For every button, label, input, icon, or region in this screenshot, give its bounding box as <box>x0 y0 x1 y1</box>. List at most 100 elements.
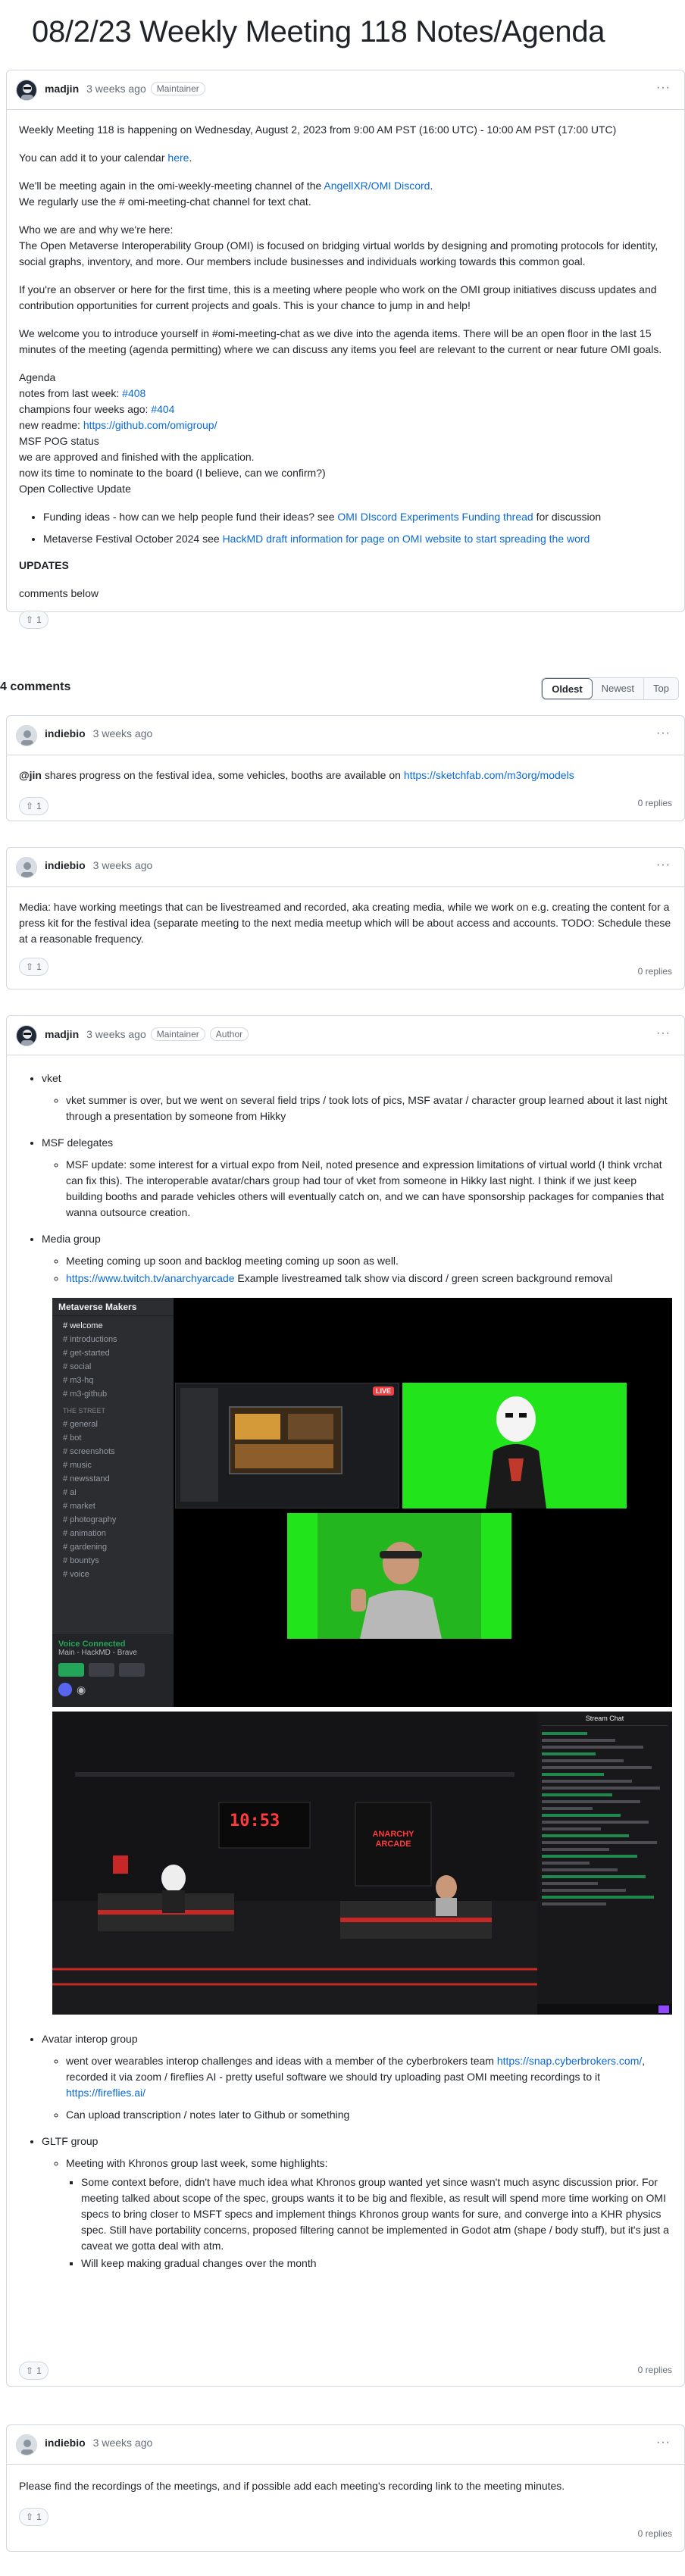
reaction-button[interactable]: ⇧ 1 <box>19 2508 48 2526</box>
server-name[interactable]: Metaverse Makers <box>52 1298 174 1316</box>
updates-heading: UPDATES <box>19 559 69 571</box>
kebab-icon[interactable]: ··· <box>656 2436 671 2449</box>
hash-icon: # <box>63 1502 70 1511</box>
observer-text: If you're an observer or here for the fi… <box>19 283 657 311</box>
comment-author[interactable]: madjin <box>45 1028 79 1040</box>
stage-clock: 10:53 <box>230 1812 280 1830</box>
sort-newest[interactable]: Newest <box>592 678 645 699</box>
discord-link[interactable]: AngellXR/OMI Discord <box>324 180 430 192</box>
mic-icon[interactable]: ◉ <box>77 1683 86 1696</box>
comment-text: Media: have working meetings that can be… <box>19 901 671 945</box>
discord-channel[interactable]: # gardening <box>52 1540 174 1554</box>
mention-link[interactable]: @jin <box>19 769 42 781</box>
replies-count[interactable]: 0 replies <box>638 2528 672 2539</box>
green-screen-tile-host[interactable] <box>287 1513 511 1639</box>
screen-share-tile[interactable]: LIVE <box>175 1383 399 1508</box>
comment-author[interactable]: indiebio <box>45 859 86 871</box>
comment-time[interactable]: 3 weeks ago <box>93 727 153 739</box>
discord-channel[interactable]: # get-started <box>52 1346 174 1360</box>
chat-line <box>542 1800 640 1803</box>
kebab-icon[interactable]: ··· <box>656 81 671 95</box>
avatar[interactable] <box>16 1025 37 1046</box>
cyberbrokers-link[interactable]: https://snap.cyberbrokers.com/ <box>497 2055 642 2067</box>
post-author[interactable]: madjin <box>45 83 79 95</box>
discord-channel[interactable]: # introductions <box>52 1333 174 1346</box>
stream-screenshot-stage: 10:53 ANARCHY ARCADE Stream Chat <box>52 1712 672 2015</box>
discord-channel[interactable]: # newsstand <box>52 1472 174 1486</box>
champ-link[interactable]: #404 <box>151 403 174 415</box>
avatar[interactable] <box>16 80 37 101</box>
fireflies-link[interactable]: https://fireflies.ai/ <box>66 2087 145 2099</box>
user-avatar[interactable] <box>58 1683 72 1696</box>
reaction-button[interactable]: ⇧ 1 <box>19 611 48 629</box>
comment-time[interactable]: 3 weeks ago <box>86 1028 146 1040</box>
discord-channel[interactable]: # bountys <box>52 1554 174 1568</box>
chat-line <box>542 1766 652 1769</box>
post-time[interactable]: 3 weeks ago <box>86 83 146 95</box>
notes-link[interactable]: #408 <box>122 387 145 399</box>
channel-label: music <box>70 1461 92 1470</box>
screen-share-button[interactable] <box>89 1663 114 1677</box>
comment-author[interactable]: indiebio <box>45 2437 86 2449</box>
discord-channel[interactable]: # bot <box>52 1431 174 1445</box>
festival-prefix: Metaverse Festival October 2024 see <box>43 533 223 545</box>
discord-channel[interactable]: # animation <box>52 1527 174 1540</box>
hash-icon: # <box>63 1433 70 1443</box>
comment-header: indiebio 3 weeks ago ··· <box>7 2425 684 2465</box>
discord-channel[interactable]: # m3-hq <box>52 1374 174 1387</box>
comment-time[interactable]: 3 weeks ago <box>93 2437 153 2449</box>
discord-channel[interactable]: # photography <box>52 1513 174 1527</box>
readme-link[interactable]: https://github.com/omigroup/ <box>83 419 217 431</box>
funding-prefix: Funding ideas - how can we help people f… <box>43 511 338 523</box>
channel-label: ai <box>70 1488 77 1497</box>
chat-line <box>542 1807 593 1810</box>
video-button[interactable] <box>58 1663 84 1677</box>
comment-author[interactable]: indiebio <box>45 727 86 739</box>
maintainer-badge: Maintainer <box>150 82 205 95</box>
discord-channel[interactable]: # welcome <box>52 1319 174 1333</box>
chat-line <box>542 1862 590 1865</box>
discord-channel[interactable]: # market <box>52 1499 174 1513</box>
comment-card: indiebio 3 weeks ago ··· Please find the … <box>6 2424 685 2552</box>
calendar-suffix: . <box>189 152 192 164</box>
calendar-link[interactable]: here <box>167 152 189 164</box>
activity-button[interactable] <box>119 1663 145 1677</box>
discord-channel[interactable]: # social <box>52 1360 174 1374</box>
discord-channel[interactable]: # voice <box>52 1568 174 1581</box>
festival-link[interactable]: HackMD draft information for page on OMI… <box>223 533 590 545</box>
hash-icon: # <box>63 1447 70 1456</box>
replies-count[interactable]: 0 replies <box>638 798 672 808</box>
discord-channel[interactable]: # music <box>52 1458 174 1472</box>
channel-label: welcome <box>70 1321 103 1330</box>
hash-icon: # <box>63 1335 70 1344</box>
discord-channel[interactable]: # m3-github <box>52 1387 174 1401</box>
list-item: vket summer is over, but we went on seve… <box>66 1093 672 1124</box>
kebab-icon[interactable]: ··· <box>656 727 671 740</box>
discord-channel[interactable]: # ai <box>52 1486 174 1499</box>
avatar[interactable] <box>16 2434 37 2456</box>
chat-line <box>542 1868 618 1871</box>
comments-below-text: comments below <box>19 587 99 599</box>
funding-link[interactable]: OMI DIscord Experiments Funding thread <box>337 511 533 523</box>
reaction-button[interactable]: ⇧ 1 <box>19 797 48 815</box>
channel-label: social <box>70 1362 92 1371</box>
discord-channel[interactable]: # general <box>52 1418 174 1431</box>
champ-prefix: champions four weeks ago: <box>19 403 152 415</box>
green-screen-tile-avatar[interactable] <box>402 1383 627 1508</box>
discord-channel[interactable]: # screenshots <box>52 1445 174 1458</box>
kebab-icon[interactable]: ··· <box>656 1027 671 1040</box>
avatar[interactable] <box>16 857 37 878</box>
kebab-icon[interactable]: ··· <box>656 858 671 872</box>
sketchfab-link[interactable]: https://sketchfab.com/m3org/models <box>404 769 574 781</box>
sort-top[interactable]: Top <box>644 678 678 699</box>
reaction-button[interactable]: ⇧ 1 <box>19 958 48 976</box>
replies-count[interactable]: 0 replies <box>638 2365 672 2375</box>
comment-time[interactable]: 3 weeks ago <box>93 859 153 871</box>
twitch-link[interactable]: https://www.twitch.tv/anarchyarcade <box>66 1272 235 1284</box>
sort-oldest[interactable]: Oldest <box>542 678 593 699</box>
reaction-button[interactable]: ⇧ 1 <box>19 2362 48 2380</box>
chat-line <box>542 1827 601 1830</box>
list-item: Will keep making gradual changes over th… <box>81 2256 672 2271</box>
replies-count[interactable]: 0 replies <box>638 966 672 977</box>
avatar[interactable] <box>16 725 37 746</box>
